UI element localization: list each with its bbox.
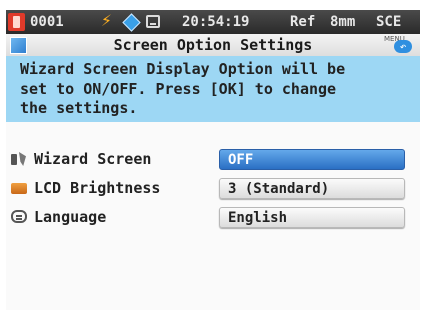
lcd-brightness-value-field[interactable]: 3 (Standard): [219, 178, 405, 199]
status-bar: 0001 ⚡ 20:54:19 Ref 8mm SCE: [6, 10, 420, 34]
setting-row-wizard-screen[interactable]: Wizard Screen OFF: [6, 149, 420, 171]
setting-row-language[interactable]: Language English: [6, 207, 420, 229]
setting-label-wizard-screen: Wizard Screen: [34, 150, 152, 168]
description-panel: Wizard Screen Display Option will be set…: [6, 56, 420, 122]
instrument-icon: [8, 13, 25, 31]
aperture-label: 8mm: [330, 14, 356, 30]
menu-back-button[interactable]: MENU ↶: [384, 35, 416, 55]
setting-row-lcd-brightness[interactable]: LCD Brightness 3 (Standard): [6, 178, 420, 200]
instrument-id: 0001: [30, 14, 64, 30]
back-arrow-icon: ↶: [394, 40, 412, 53]
power-icon: ⚡: [101, 10, 112, 31]
connection-icon: [122, 13, 141, 32]
wizard-screen-value-field[interactable]: OFF: [219, 149, 405, 170]
wizard-icon: [11, 152, 27, 167]
specular-mode-label: SCE: [376, 14, 402, 30]
reference-label: Ref: [290, 14, 316, 30]
setting-label-lcd-brightness: LCD Brightness: [34, 179, 161, 197]
device-screen: 0001 ⚡ 20:54:19 Ref 8mm SCE Screen Optio…: [6, 10, 420, 310]
page-title: Screen Option Settings: [113, 36, 313, 54]
printer-icon: [146, 15, 160, 28]
language-value-field[interactable]: English: [219, 207, 405, 228]
title-bar: Screen Option Settings MENU ↶: [6, 34, 420, 56]
setting-label-language: Language: [34, 208, 107, 226]
description-text: Wizard Screen Display Option will be set…: [20, 60, 346, 117]
clock-time: 20:54:19: [182, 14, 250, 30]
speech-bubble-icon: [11, 210, 27, 223]
brightness-icon: [11, 183, 27, 194]
